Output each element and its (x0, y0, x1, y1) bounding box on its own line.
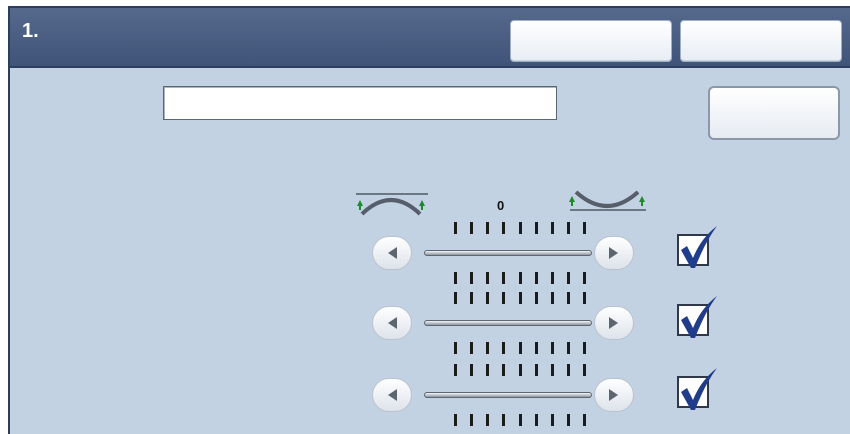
scale-ticks-top (454, 364, 586, 376)
scale-ticks-top (454, 222, 586, 234)
increase-button[interactable] (594, 378, 634, 412)
row-checkbox[interactable] (677, 226, 717, 268)
row-checkbox[interactable] (677, 296, 717, 338)
arrow-left-icon (388, 247, 397, 259)
scale-ticks-bottom (454, 272, 586, 284)
row-checkbox[interactable] (677, 368, 717, 410)
title-bar: 1. (10, 8, 850, 68)
curl-slider-row (372, 218, 717, 288)
checkmark-icon (681, 226, 717, 268)
arrow-right-icon (609, 317, 618, 329)
adjustment-value: 0 (497, 198, 505, 213)
arrow-right-icon (609, 247, 618, 259)
curl-up-icon (356, 193, 428, 216)
dialog-panel: 1. 0 (8, 6, 850, 434)
decrease-button[interactable] (372, 236, 412, 270)
increase-button[interactable] (594, 236, 634, 270)
arrow-left-icon (388, 317, 397, 329)
checkmark-icon (681, 296, 717, 338)
side-button[interactable] (708, 86, 840, 140)
scale-ticks-top (454, 292, 586, 304)
checkmark-icon (681, 368, 717, 410)
increase-button[interactable] (594, 306, 634, 340)
page-title: 1. (22, 20, 39, 42)
header-button-2[interactable] (680, 20, 842, 62)
decrease-button[interactable] (372, 306, 412, 340)
curl-down-icon (569, 190, 646, 211)
scale-ticks-bottom (454, 342, 586, 354)
header-button-1[interactable] (510, 20, 672, 62)
slider-track[interactable] (424, 392, 592, 398)
name-input[interactable] (163, 86, 557, 120)
slider-track[interactable] (424, 250, 592, 256)
arrow-right-icon (609, 389, 618, 401)
arrow-left-icon (388, 389, 397, 401)
curl-slider-row (372, 288, 717, 358)
slider-track[interactable] (424, 320, 592, 326)
scale-ticks-bottom (454, 414, 586, 426)
curl-slider-row (372, 360, 717, 430)
decrease-button[interactable] (372, 378, 412, 412)
